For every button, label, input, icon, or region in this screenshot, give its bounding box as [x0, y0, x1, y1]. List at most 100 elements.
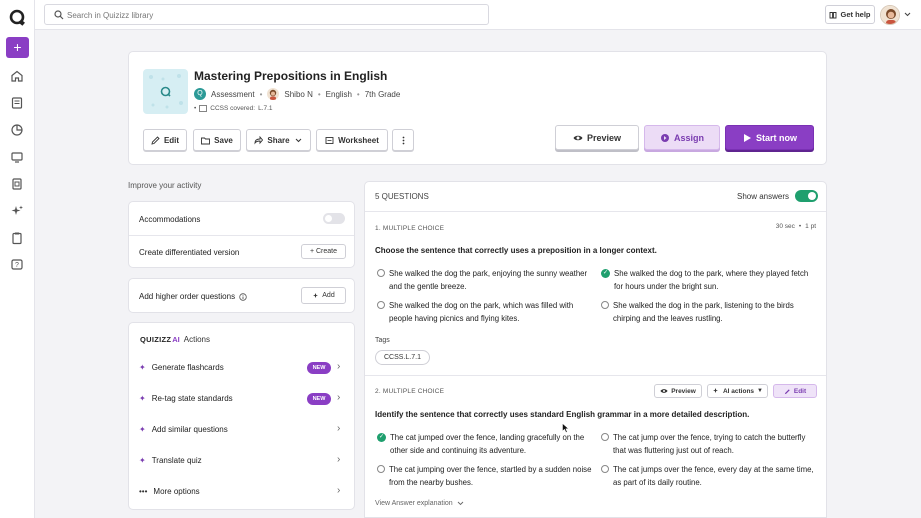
chevron-right-icon[interactable]: ›	[337, 392, 340, 403]
more-vertical-icon	[402, 136, 404, 144]
save-button[interactable]: Save	[193, 129, 241, 151]
higher-order-card: Add higher order questions Add	[128, 278, 355, 313]
reports-icon[interactable]	[10, 123, 24, 137]
sparkle-icon: ✦	[139, 425, 146, 434]
ai-action-generate-flashcards[interactable]: ✦ Generate flashcards	[139, 363, 224, 372]
sidebar: + ?	[0, 0, 35, 518]
accommodations-toggle[interactable]	[323, 213, 345, 224]
question-points: 1 pt	[805, 223, 816, 230]
assessment-icon: Q	[194, 88, 206, 100]
tags-label: Tags	[375, 337, 390, 344]
assign-label: Assign	[673, 132, 704, 143]
quiz-meta: Q Assessment • Shibo N • English • 7th G…	[194, 88, 400, 100]
standard-tag[interactable]: CCSS.L.7.1	[375, 350, 430, 365]
chevron-right-icon[interactable]: ›	[337, 423, 340, 434]
ai-action-add-similar[interactable]: ✦ Add similar questions	[139, 425, 228, 434]
option-text: She walked the dog the park, enjoying th…	[389, 269, 588, 291]
ai-actions-card: QUIZIZZ AI Actions ✦ Generate flashcards …	[128, 322, 355, 510]
ai-action-translate[interactable]: ✦ Translate quiz	[139, 456, 202, 465]
author-avatar	[267, 88, 280, 100]
question-type: 2. MULTIPLE CHOICE	[375, 388, 445, 395]
worksheet-button[interactable]: Worksheet	[316, 129, 388, 151]
answer-option: The cat jump over the fence, trying to c…	[601, 431, 816, 457]
preview-label: Preview	[671, 387, 696, 395]
clipboard-icon[interactable]	[10, 231, 24, 245]
chevron-right-icon[interactable]: ›	[337, 454, 340, 465]
pencil-icon	[151, 135, 160, 145]
radio-icon	[377, 269, 385, 277]
avatar	[880, 4, 900, 25]
quiz-author[interactable]: Shibo N	[284, 90, 312, 99]
improve-activity-label: Improve your activity	[128, 181, 202, 190]
new-badge: NEW	[307, 393, 331, 405]
settings-icon[interactable]	[10, 177, 24, 191]
question-type: 1. MULTIPLE CHOICE	[375, 225, 445, 232]
eye-icon	[573, 135, 583, 140]
questions-panel: 5 QUESTIONS Show answers 1. MULTIPLE CHO…	[364, 181, 827, 518]
accommodations-label: Accommodations	[139, 215, 201, 224]
option-text: The cat jumped over the fence, landing g…	[390, 433, 585, 455]
option-text: She walked the dog on the park, which wa…	[389, 301, 574, 323]
ai-action-label: More options	[153, 487, 200, 496]
answer-option: She walked the dog in the park, listenin…	[601, 299, 816, 325]
more-options-button[interactable]	[392, 129, 414, 151]
classes-icon[interactable]	[10, 150, 24, 164]
view-explanation-link[interactable]: View Answer explanation	[375, 500, 464, 507]
chevron-right-icon[interactable]: ›	[337, 361, 340, 372]
higher-order-row: Add higher order questions	[139, 292, 247, 301]
sparkle-icon	[712, 388, 718, 393]
caret-down-icon: ▼	[757, 388, 763, 394]
show-answers-toggle[interactable]	[795, 190, 818, 202]
ai-action-label: Add similar questions	[151, 425, 228, 434]
user-menu[interactable]	[880, 3, 914, 26]
help-icon[interactable]: ?	[10, 258, 24, 272]
svg-text:?: ?	[15, 262, 19, 269]
search-icon	[54, 10, 64, 20]
ai-actions-button[interactable]: AI actions ▼	[707, 384, 768, 398]
library-icon[interactable]	[10, 96, 24, 110]
share-button[interactable]: Share	[246, 129, 311, 151]
radio-icon	[601, 301, 609, 309]
info-icon[interactable]	[239, 292, 247, 301]
question-text: Identify the sentence that correctly use…	[375, 410, 750, 419]
ccss-label: CCSS covered:	[210, 105, 256, 112]
worksheet-icon	[325, 136, 334, 144]
worksheet-label: Worksheet	[338, 135, 379, 145]
quiz-type: Assessment	[211, 89, 255, 99]
quiz-thumbnail	[143, 69, 188, 114]
ai-action-more-options[interactable]: ••• More options	[139, 487, 200, 496]
start-now-button[interactable]: Start now	[725, 125, 814, 150]
add-higher-order-button[interactable]: Add	[301, 287, 346, 304]
preview-button[interactable]: Preview	[555, 125, 639, 150]
question-meta: 30 sec • 1 pt	[775, 223, 816, 230]
ai-actions-label: Actions	[183, 335, 210, 344]
create-differentiated-button[interactable]: + Create	[301, 244, 346, 259]
quizizz-logo[interactable]	[9, 9, 26, 26]
radio-icon	[601, 465, 609, 473]
create-button[interactable]: +	[6, 37, 29, 58]
search-box[interactable]	[44, 4, 489, 25]
ai-action-retag-standards[interactable]: ✦ Re-tag state standards	[139, 394, 233, 403]
answer-option-correct: ✓ She walked the dog to the park, where t…	[601, 267, 816, 293]
question-edit-button[interactable]: Edit	[773, 384, 817, 398]
home-icon[interactable]	[10, 69, 24, 83]
chevron-right-icon[interactable]: ›	[337, 485, 340, 496]
questions-header: 5 QUESTIONS Show answers	[365, 182, 826, 212]
question-count: 5 QUESTIONS	[375, 192, 429, 201]
search-input[interactable]	[67, 8, 467, 22]
assign-icon	[660, 133, 669, 142]
edit-button[interactable]: Edit	[143, 129, 187, 151]
question-preview-button[interactable]: Preview	[654, 384, 702, 398]
accommodations-card: Accommodations Create differentiated ver…	[128, 201, 355, 268]
assign-button[interactable]: Assign	[644, 125, 720, 150]
edit-label: Edit	[793, 387, 807, 395]
chevron-down-icon	[295, 138, 301, 142]
show-answers-label: Show answers	[737, 192, 790, 201]
get-help-button[interactable]: Get help	[825, 5, 875, 24]
option-text: The cat jumping over the fence, startled…	[389, 465, 592, 487]
option-text: The cat jump over the fence, trying to c…	[613, 433, 806, 455]
book-icon	[830, 11, 837, 18]
ai-brand-suffix: AI	[172, 335, 180, 344]
ai-icon[interactable]	[10, 204, 24, 218]
start-now-label: Start now	[755, 132, 797, 143]
